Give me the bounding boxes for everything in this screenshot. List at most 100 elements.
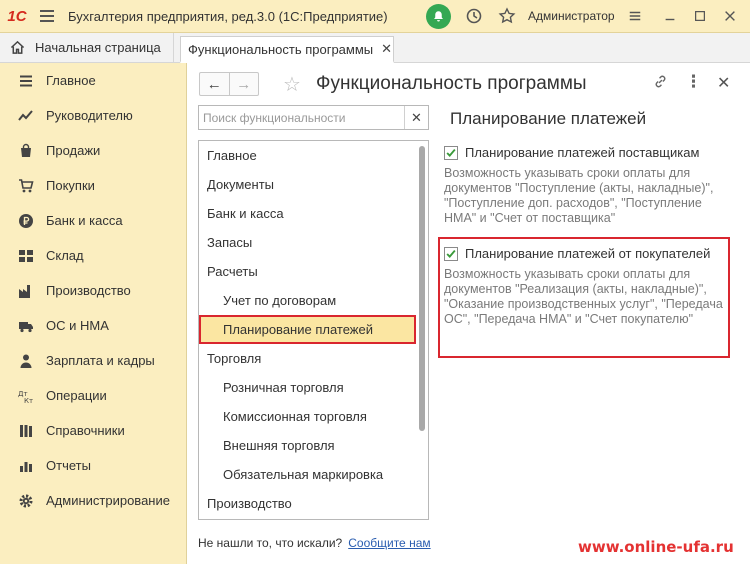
section-title: Планирование платежей [450,109,647,128]
option-description: Возможность указывать сроки оплаты для д… [444,166,714,225]
option-label[interactable]: Планирование платежей поставщикам [465,145,699,160]
more-icon[interactable]: ⋮ [685,72,702,92]
tree-item-retail[interactable]: Розничная торговля [199,373,428,402]
sidebar-item-catalogs[interactable]: Справочники [0,413,186,448]
favorites-star-icon[interactable] [498,7,516,25]
sidebar-item-administration[interactable]: Администрирование [0,483,186,518]
link-icon[interactable] [653,74,668,93]
back-arrow-icon[interactable]: ← [200,73,229,95]
clear-search-icon[interactable]: ✕ [404,106,428,129]
content-area: ← → ☆ Функциональность программы ⋮ ✕ ✕ Г… [187,63,750,564]
app-title: Бухгалтерия предприятия, ред.3.0 (1С:Пре… [68,8,388,24]
tab-home-label: Начальная страница [35,40,161,55]
svg-text:Кт: Кт [24,397,33,404]
tree-item-marking[interactable]: Обязательная маркировка [199,460,428,489]
form-close-icon[interactable]: ✕ [717,73,730,93]
tree-item-inventory[interactable]: Запасы [199,228,428,257]
tree-scrollbar[interactable] [418,144,426,514]
tab-functionality-label: Функциональность программы [188,41,374,57]
tree-item-bank[interactable]: Банк и касса [199,199,428,228]
history-icon[interactable] [465,7,483,25]
books-icon [18,423,34,439]
debit-credit-icon: Дт Кт [18,388,34,404]
tab-close-icon[interactable]: ✕ [381,41,392,57]
cart-icon [18,178,34,194]
window-close-icon[interactable] [720,6,740,26]
sidebar-item-label: ОС и НМА [46,318,109,333]
sidebar-item-label: Справочники [46,423,125,438]
title-bar: 1С Бухгалтерия предприятия, ред.3.0 (1С:… [0,0,750,33]
sidebar-item-warehouse[interactable]: Склад [0,238,186,273]
nav-buttons: ← → [199,72,259,96]
tree-item-production[interactable]: Производство [199,489,428,518]
sidebar-item-manager[interactable]: Руководителю [0,98,186,133]
checkbox-customers[interactable] [444,246,458,261]
sidebar-item-main[interactable]: Главное [0,63,186,98]
sidebar-item-bank[interactable]: Банк и касса [0,203,186,238]
sidebar: Главное Руководителю Продажи Покупки Бан… [0,63,187,564]
truck-icon [18,318,34,334]
user-name[interactable]: Администратор [528,9,615,23]
tree-item-documents[interactable]: Документы [199,170,428,199]
person-icon [18,353,34,369]
1c-logo: 1С [7,7,27,25]
sidebar-item-reports[interactable]: Отчеты [0,448,186,483]
main-menu-icon[interactable] [34,10,60,22]
tabs-bar: Начальная страница Функциональность прог… [0,33,750,63]
sidebar-item-label: Покупки [46,178,95,193]
sidebar-item-label: Отчеты [46,458,91,473]
sidebar-item-label: Операции [46,388,107,403]
sidebar-item-salary[interactable]: Зарплата и кадры [0,343,186,378]
tree-item-payment-planning[interactable]: Планирование платежей [199,315,416,344]
sidebar-item-label: Производство [46,283,131,298]
ruble-coin-icon [18,213,34,229]
favorite-star-icon[interactable]: ☆ [283,72,301,97]
bar-chart-icon [18,458,34,474]
tree-item-contract-accounting[interactable]: Учет по договорам [199,286,428,315]
factory-icon [18,283,34,299]
checkmark-icon [446,148,456,157]
not-found-line: Не нашли то, что искали? Сообщите нам [198,536,431,550]
menu-lines-icon [18,73,34,89]
not-found-text: Не нашли то, что искали? [198,536,343,550]
sidebar-item-sales[interactable]: Продажи [0,133,186,168]
shopping-bag-icon [18,143,34,159]
tree-scroll-thumb[interactable] [419,146,425,431]
tab-home[interactable]: Начальная страница [0,33,174,62]
gear-icon [18,493,34,509]
tree-item-trade[interactable]: Торговля [199,344,428,373]
checkbox-suppliers[interactable] [444,145,458,160]
maximize-icon[interactable] [690,6,710,26]
option-customers: Планирование платежей от покупателей Воз… [444,246,724,327]
minimize-icon[interactable] [660,6,680,26]
sidebar-item-operations[interactable]: Дт Кт Операции [0,378,186,413]
forward-arrow-icon[interactable]: → [228,73,259,95]
sidebar-item-label: Администрирование [46,493,170,508]
checkmark-icon [446,249,456,258]
sidebar-item-label: Зарплата и кадры [46,353,155,368]
notifications-bell-icon[interactable] [426,4,451,29]
tree-item-commission[interactable]: Комиссионная торговля [199,402,428,431]
sidebar-item-label: Склад [46,248,84,263]
tree-item-settlements[interactable]: Расчеты [199,257,428,286]
sidebar-item-label: Банк и касса [46,213,123,228]
watermark: www.online-ufa.ru [578,538,734,556]
trend-chart-icon [18,108,34,124]
tree-item-foreign-trade[interactable]: Внешняя торговля [199,431,428,460]
settings-icon[interactable] [625,6,645,26]
search-input[interactable] [199,106,404,129]
sidebar-item-label: Руководителю [46,108,133,123]
page-title: Функциональность программы [316,73,587,94]
home-icon [10,40,25,54]
option-label[interactable]: Планирование платежей от покупателей [465,246,710,261]
sidebar-item-label: Главное [46,73,96,88]
sidebar-item-fixed-assets[interactable]: ОС и НМА [0,308,186,343]
tree-item-main[interactable]: Главное [199,141,428,170]
sidebar-item-production[interactable]: Производство [0,273,186,308]
functionality-tree: Главное Документы Банк и касса Запасы Ра… [198,140,429,520]
warehouse-boxes-icon [18,248,34,264]
sidebar-item-purchases[interactable]: Покупки [0,168,186,203]
search-box: ✕ [198,105,429,130]
tab-functionality[interactable]: Функциональность программы ✕ [180,36,394,63]
report-link[interactable]: Сообщите нам [348,536,430,550]
